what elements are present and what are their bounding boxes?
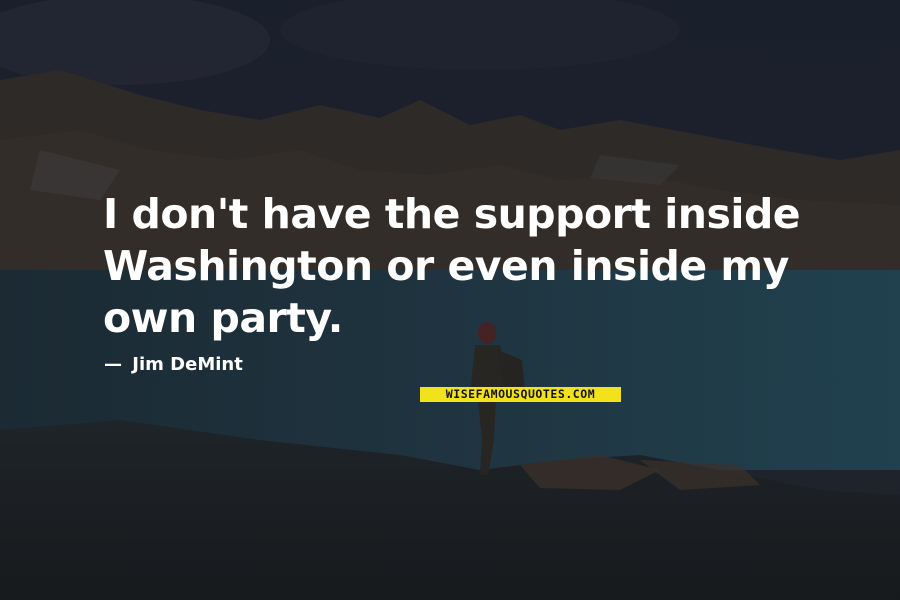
- watermark-logo: WISEFAMOUSQUOTES.COM: [420, 387, 621, 402]
- quote-text: I don't have the support inside Washingt…: [103, 188, 823, 344]
- author-name: Jim DeMint: [132, 354, 243, 375]
- author-dash: —: [104, 354, 122, 375]
- quote-author: — Jim DeMint: [104, 354, 243, 375]
- quote-line: own party.: [103, 294, 343, 342]
- watermark-text: WISEFAMOUSQUOTES.COM: [445, 387, 596, 401]
- quote-line: I don't have the support inside: [103, 190, 801, 238]
- quote-line: Washington or even inside my: [103, 242, 789, 290]
- quote-image: I don't have the support inside Washingt…: [0, 0, 900, 600]
